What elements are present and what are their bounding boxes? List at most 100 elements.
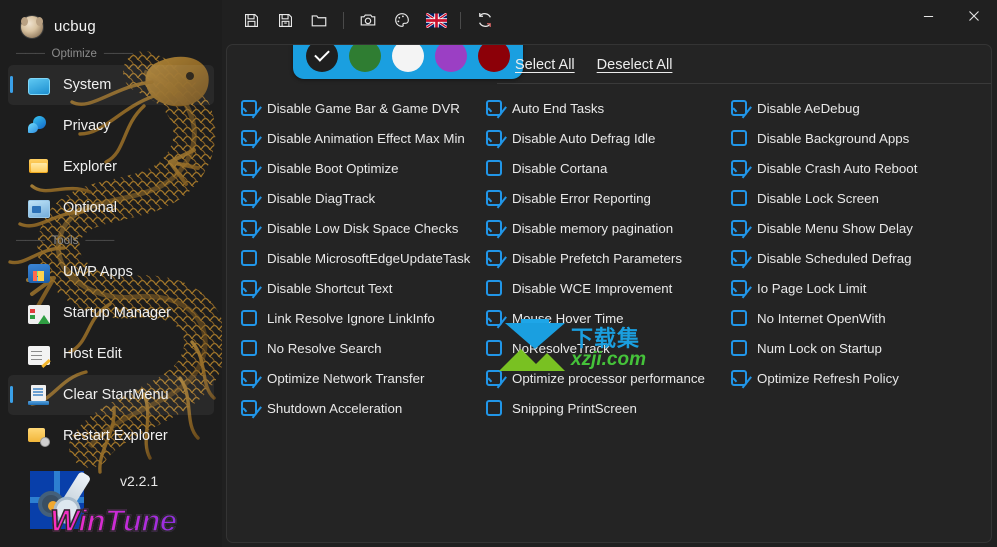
checkbox[interactable] — [486, 250, 502, 266]
option-row[interactable]: No Resolve Search — [241, 333, 486, 363]
option-label: Disable Crash Auto Reboot — [757, 160, 918, 176]
option-label: Num Lock on Startup — [757, 340, 882, 356]
palette-icon[interactable] — [385, 5, 419, 35]
checkbox[interactable] — [486, 100, 502, 116]
option-row[interactable]: Disable Error Reporting — [486, 183, 731, 213]
option-row[interactable]: Disable Cortana — [486, 153, 731, 183]
camera-icon[interactable] — [351, 5, 385, 35]
select-all-link[interactable]: Select All — [515, 57, 575, 73]
option-row[interactable]: Num Lock on Startup — [731, 333, 976, 363]
swatch-green[interactable] — [349, 45, 381, 72]
checkbox[interactable] — [241, 250, 257, 266]
checkbox[interactable] — [731, 160, 747, 176]
option-row[interactable]: Disable WCE Improvement — [486, 273, 731, 303]
sidebar-item-uwp-apps[interactable]: UWP Apps — [8, 252, 214, 292]
option-label: Disable DiagTrack — [267, 190, 376, 206]
swatch-purple[interactable] — [435, 45, 467, 72]
checkbox[interactable] — [731, 250, 747, 266]
sidebar-item-privacy[interactable]: Privacy — [8, 106, 214, 146]
checkbox[interactable] — [486, 190, 502, 206]
option-row[interactable]: Disable Boot Optimize — [241, 153, 486, 183]
option-row[interactable]: Disable MicrosoftEdgeUpdateTask — [241, 243, 486, 273]
option-row[interactable]: Disable AeDebug — [731, 93, 976, 123]
minimize-button[interactable] — [905, 0, 951, 32]
option-row[interactable]: Disable memory pagination — [486, 213, 731, 243]
option-row[interactable]: NoResolveTrack — [486, 333, 731, 363]
option-row[interactable]: Disable Game Bar & Game DVR — [241, 93, 486, 123]
checkbox[interactable] — [731, 190, 747, 206]
refresh-icon[interactable] — [468, 5, 502, 35]
sidebar-item-host-edit[interactable]: Host Edit — [8, 334, 214, 374]
option-row[interactable]: Disable Auto Defrag Idle — [486, 123, 731, 153]
options-panel: Select All Deselect All Disable Game Bar… — [226, 44, 992, 543]
checkbox[interactable] — [241, 370, 257, 386]
swatch-darkred[interactable] — [478, 45, 510, 72]
option-row[interactable]: Auto End Tasks — [486, 93, 731, 123]
option-row[interactable]: Optimize Refresh Policy — [731, 363, 976, 393]
checkbox[interactable] — [241, 400, 257, 416]
checkbox[interactable] — [241, 310, 257, 326]
checkbox[interactable] — [731, 340, 747, 356]
option-label: Link Resolve Ignore LinkInfo — [267, 310, 435, 326]
option-row[interactable]: Disable Low Disk Space Checks — [241, 213, 486, 243]
checkbox[interactable] — [731, 100, 747, 116]
option-row[interactable]: Snipping PrintScreen — [486, 393, 731, 423]
option-row[interactable]: Io Page Lock Limit — [731, 273, 976, 303]
close-button[interactable] — [951, 0, 997, 32]
sidebar-item-explorer[interactable]: Explorer — [8, 147, 214, 187]
sidebar-item-system[interactable]: System — [8, 65, 214, 105]
checkbox[interactable] — [241, 280, 257, 296]
option-row[interactable]: Shutdown Acceleration — [241, 393, 486, 423]
option-row[interactable]: Disable Menu Show Delay — [731, 213, 976, 243]
option-row[interactable]: Disable Crash Auto Reboot — [731, 153, 976, 183]
checkbox[interactable] — [486, 340, 502, 356]
option-label: Disable Auto Defrag Idle — [512, 130, 656, 146]
option-row[interactable]: Mouse Hover Time — [486, 303, 731, 333]
option-row[interactable]: Disable Background Apps — [731, 123, 976, 153]
swatch-dark[interactable] — [306, 45, 338, 72]
option-row[interactable]: Disable Lock Screen — [731, 183, 976, 213]
swatch-white[interactable] — [392, 45, 424, 72]
checkbox[interactable] — [486, 160, 502, 176]
option-row[interactable]: Disable Scheduled Defrag — [731, 243, 976, 273]
checkbox[interactable] — [241, 130, 257, 146]
checkbox[interactable] — [731, 220, 747, 236]
option-row[interactable]: Disable Animation Effect Max Min — [241, 123, 486, 153]
option-label: Disable AeDebug — [757, 100, 860, 116]
uk-flag-icon[interactable] — [419, 5, 453, 35]
checkbox[interactable] — [241, 160, 257, 176]
checkbox[interactable] — [486, 220, 502, 236]
option-row[interactable]: No Internet OpenWith — [731, 303, 976, 333]
option-label: Disable memory pagination — [512, 220, 674, 236]
checkbox[interactable] — [241, 190, 257, 206]
sidebar-item-startup-manager[interactable]: Startup Manager — [8, 293, 214, 333]
checkbox[interactable] — [241, 340, 257, 356]
open-folder-icon[interactable] — [302, 5, 336, 35]
checkbox[interactable] — [731, 310, 747, 326]
checkbox[interactable] — [486, 280, 502, 296]
checkbox[interactable] — [731, 130, 747, 146]
option-row[interactable]: Disable Shortcut Text — [241, 273, 486, 303]
sidebar-item-clear-startmenu[interactable]: Clear StartMenu — [8, 375, 214, 415]
option-row[interactable]: Disable Prefetch Parameters — [486, 243, 731, 273]
checkbox[interactable] — [241, 100, 257, 116]
option-row[interactable]: Optimize processor performance — [486, 363, 731, 393]
deselect-all-link[interactable]: Deselect All — [597, 57, 673, 73]
checkbox[interactable] — [731, 370, 747, 386]
save-icon[interactable] — [234, 5, 268, 35]
save-as-icon[interactable] — [268, 5, 302, 35]
checkbox[interactable] — [486, 130, 502, 146]
checkbox[interactable] — [731, 280, 747, 296]
sidebar-item-optional[interactable]: Optional — [8, 188, 214, 228]
checkbox[interactable] — [486, 370, 502, 386]
checkbox[interactable] — [241, 220, 257, 236]
option-label: Disable Scheduled Defrag — [757, 250, 912, 266]
sidebar: ucbug ——— Optimize ——— System Privacy Ex… — [0, 0, 222, 547]
product-name: WinTune — [49, 502, 178, 539]
sidebar-item-restart-explorer[interactable]: Restart Explorer — [8, 416, 214, 456]
checkbox[interactable] — [486, 310, 502, 326]
checkbox[interactable] — [486, 400, 502, 416]
option-row[interactable]: Optimize Network Transfer — [241, 363, 486, 393]
option-row[interactable]: Link Resolve Ignore LinkInfo — [241, 303, 486, 333]
option-row[interactable]: Disable DiagTrack — [241, 183, 486, 213]
